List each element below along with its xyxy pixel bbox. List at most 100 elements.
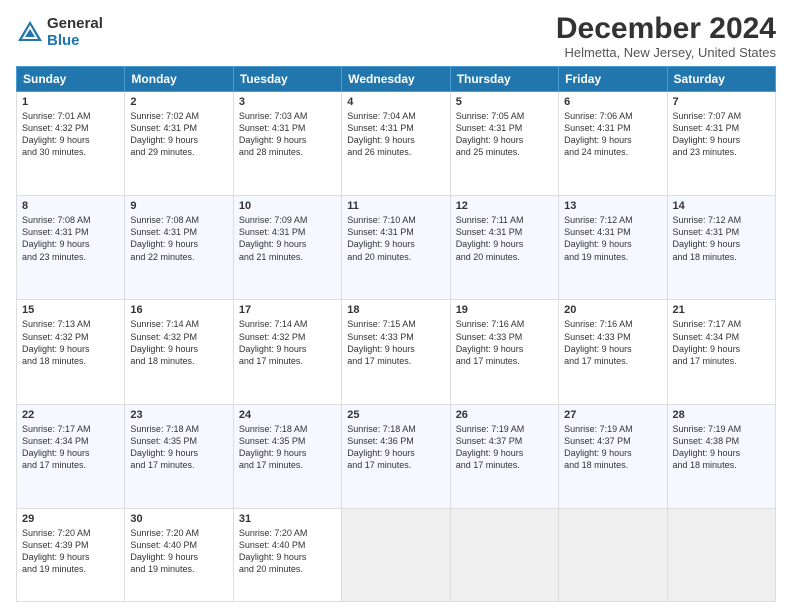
- calendar-day-cell: [450, 508, 558, 601]
- day-number: 13: [564, 200, 661, 212]
- calendar-day-cell: 20 Sunrise: 7:16 AMSunset: 4:33 PMDayligh…: [559, 300, 667, 404]
- calendar-day-cell: 29Sunrise: 7:20 AMSunset: 4:39 PMDayligh…: [17, 508, 125, 601]
- day-info: Sunrise: 7:14 AMSunset: 4:32 PMDaylight:…: [130, 319, 199, 365]
- day-info: Sunrise: 7:17 AMSunset: 4:34 PMDaylight:…: [22, 424, 91, 470]
- day-info: Sunrise: 7:12 AMSunset: 4:31 PMDaylight:…: [673, 215, 742, 261]
- logo-general: General: [47, 16, 103, 33]
- calendar-day-cell: 26 Sunrise: 7:19 AMSunset: 4:37 PMDayligh…: [450, 404, 558, 508]
- day-info: Sunrise: 7:20 AMSunset: 4:40 PMDaylight:…: [239, 528, 308, 574]
- calendar-day-header: Sunday: [17, 67, 125, 92]
- calendar-day-cell: 10 Sunrise: 7:09 AMSunset: 4:31 PMDayligh…: [233, 196, 341, 300]
- calendar-day-cell: 5Sunrise: 7:05 AMSunset: 4:31 PMDaylight…: [450, 92, 558, 196]
- day-number: 10: [239, 200, 336, 212]
- calendar-week-row: 29Sunrise: 7:20 AMSunset: 4:39 PMDayligh…: [17, 508, 776, 601]
- day-number: 19: [456, 304, 553, 316]
- day-info: Sunrise: 7:04 AMSunset: 4:31 PMDaylight:…: [347, 111, 416, 157]
- title-block: December 2024 Helmetta, New Jersey, Unit…: [556, 12, 776, 60]
- calendar-day-cell: 1 Sunrise: 7:01 AMSunset: 4:32 PMDaylight…: [17, 92, 125, 196]
- logo-blue: Blue: [47, 33, 103, 50]
- calendar-day-cell: 9Sunrise: 7:08 AMSunset: 4:31 PMDaylight…: [125, 196, 233, 300]
- day-info: Sunrise: 7:11 AMSunset: 4:31 PMDaylight:…: [456, 215, 524, 261]
- day-number: 22: [22, 409, 119, 421]
- day-info: Sunrise: 7:08 AMSunset: 4:31 PMDaylight:…: [22, 215, 91, 261]
- day-number: 14: [673, 200, 770, 212]
- day-info: Sunrise: 7:01 AMSunset: 4:32 PMDaylight:…: [22, 111, 91, 157]
- logo-text: General Blue: [47, 16, 103, 49]
- day-number: 26: [456, 409, 553, 421]
- day-info: Sunrise: 7:15 AMSunset: 4:33 PMDaylight:…: [347, 319, 416, 365]
- day-number: 23: [130, 409, 227, 421]
- logo: General Blue: [16, 16, 103, 49]
- calendar-day-cell: 19 Sunrise: 7:16 AMSunset: 4:33 PMDayligh…: [450, 300, 558, 404]
- calendar-day-header: Thursday: [450, 67, 558, 92]
- day-number: 6: [564, 96, 661, 108]
- calendar-day-cell: 31 Sunrise: 7:20 AMSunset: 4:40 PMDayligh…: [233, 508, 341, 601]
- calendar-day-cell: 7 Sunrise: 7:07 AMSunset: 4:31 PMDaylight…: [667, 92, 775, 196]
- calendar-header-row: SundayMondayTuesdayWednesdayThursdayFrid…: [17, 67, 776, 92]
- day-info: Sunrise: 7:19 AMSunset: 4:37 PMDaylight:…: [456, 424, 525, 470]
- calendar-body: 1 Sunrise: 7:01 AMSunset: 4:32 PMDaylight…: [17, 92, 776, 602]
- day-number: 1: [22, 96, 119, 108]
- day-number: 12: [456, 200, 553, 212]
- day-info: Sunrise: 7:06 AMSunset: 4:31 PMDaylight:…: [564, 111, 633, 157]
- day-number: 8: [22, 200, 119, 212]
- day-number: 7: [673, 96, 770, 108]
- day-number: 3: [239, 96, 336, 108]
- calendar-day-cell: 6 Sunrise: 7:06 AMSunset: 4:31 PMDaylight…: [559, 92, 667, 196]
- calendar-day-cell: 23 Sunrise: 7:18 AMSunset: 4:35 PMDayligh…: [125, 404, 233, 508]
- day-number: 17: [239, 304, 336, 316]
- day-info: Sunrise: 7:16 AMSunset: 4:33 PMDaylight:…: [456, 319, 525, 365]
- day-number: 25: [347, 409, 444, 421]
- calendar-week-row: 8 Sunrise: 7:08 AMSunset: 4:31 PMDaylight…: [17, 196, 776, 300]
- day-info: Sunrise: 7:17 AMSunset: 4:34 PMDaylight:…: [673, 319, 742, 365]
- day-number: 4: [347, 96, 444, 108]
- day-info: Sunrise: 7:20 AMSunset: 4:40 PMDaylight:…: [130, 528, 199, 574]
- calendar-day-cell: 27Sunrise: 7:19 AMSunset: 4:37 PMDayligh…: [559, 404, 667, 508]
- calendar-day-cell: 28Sunrise: 7:19 AMSunset: 4:38 PMDayligh…: [667, 404, 775, 508]
- calendar-day-cell: 11 Sunrise: 7:10 AMSunset: 4:31 PMDayligh…: [342, 196, 450, 300]
- day-number: 15: [22, 304, 119, 316]
- header: General Blue December 2024 Helmetta, New…: [16, 12, 776, 60]
- day-info: Sunrise: 7:18 AMSunset: 4:35 PMDaylight:…: [130, 424, 199, 470]
- day-number: 9: [130, 200, 227, 212]
- day-number: 11: [347, 200, 444, 212]
- calendar-day-cell: 18Sunrise: 7:15 AMSunset: 4:33 PMDayligh…: [342, 300, 450, 404]
- page: General Blue December 2024 Helmetta, New…: [0, 0, 792, 612]
- day-info: Sunrise: 7:16 AMSunset: 4:33 PMDaylight:…: [564, 319, 633, 365]
- day-number: 31: [239, 513, 336, 525]
- day-number: 30: [130, 513, 227, 525]
- day-info: Sunrise: 7:13 AMSunset: 4:32 PMDaylight:…: [22, 319, 91, 365]
- day-info: Sunrise: 7:14 AMSunset: 4:32 PMDaylight:…: [239, 319, 308, 365]
- day-number: 21: [673, 304, 770, 316]
- calendar-day-cell: 8 Sunrise: 7:08 AMSunset: 4:31 PMDaylight…: [17, 196, 125, 300]
- day-number: 27: [564, 409, 661, 421]
- subtitle: Helmetta, New Jersey, United States: [556, 45, 776, 60]
- calendar-week-row: 15 Sunrise: 7:13 AMSunset: 4:32 PMDayligh…: [17, 300, 776, 404]
- logo-icon: [16, 19, 44, 47]
- day-number: 20: [564, 304, 661, 316]
- day-info: Sunrise: 7:10 AMSunset: 4:31 PMDaylight:…: [347, 215, 416, 261]
- calendar-day-cell: 2Sunrise: 7:02 AMSunset: 4:31 PMDaylight…: [125, 92, 233, 196]
- calendar-day-cell: 22 Sunrise: 7:17 AMSunset: 4:34 PMDayligh…: [17, 404, 125, 508]
- day-info: Sunrise: 7:09 AMSunset: 4:31 PMDaylight:…: [239, 215, 308, 261]
- calendar-day-cell: [667, 508, 775, 601]
- day-info: Sunrise: 7:18 AMSunset: 4:35 PMDaylight:…: [239, 424, 308, 470]
- day-info: Sunrise: 7:20 AMSunset: 4:39 PMDaylight:…: [22, 528, 91, 574]
- calendar-day-cell: 16 Sunrise: 7:14 AMSunset: 4:32 PMDayligh…: [125, 300, 233, 404]
- day-number: 5: [456, 96, 553, 108]
- calendar-day-cell: 12 Sunrise: 7:11 AMSunset: 4:31 PMDayligh…: [450, 196, 558, 300]
- day-info: Sunrise: 7:07 AMSunset: 4:31 PMDaylight:…: [673, 111, 742, 157]
- calendar-day-header: Monday: [125, 67, 233, 92]
- main-title: December 2024: [556, 12, 776, 45]
- calendar-day-header: Saturday: [667, 67, 775, 92]
- day-number: 28: [673, 409, 770, 421]
- calendar-day-cell: 24 Sunrise: 7:18 AMSunset: 4:35 PMDayligh…: [233, 404, 341, 508]
- calendar-day-cell: [559, 508, 667, 601]
- calendar-day-cell: [342, 508, 450, 601]
- calendar-day-cell: 25Sunrise: 7:18 AMSunset: 4:36 PMDayligh…: [342, 404, 450, 508]
- day-number: 24: [239, 409, 336, 421]
- calendar-day-cell: 30 Sunrise: 7:20 AMSunset: 4:40 PMDayligh…: [125, 508, 233, 601]
- calendar-day-cell: 13 Sunrise: 7:12 AMSunset: 4:31 PMDayligh…: [559, 196, 667, 300]
- day-number: 16: [130, 304, 227, 316]
- day-info: Sunrise: 7:12 AMSunset: 4:31 PMDaylight:…: [564, 215, 633, 261]
